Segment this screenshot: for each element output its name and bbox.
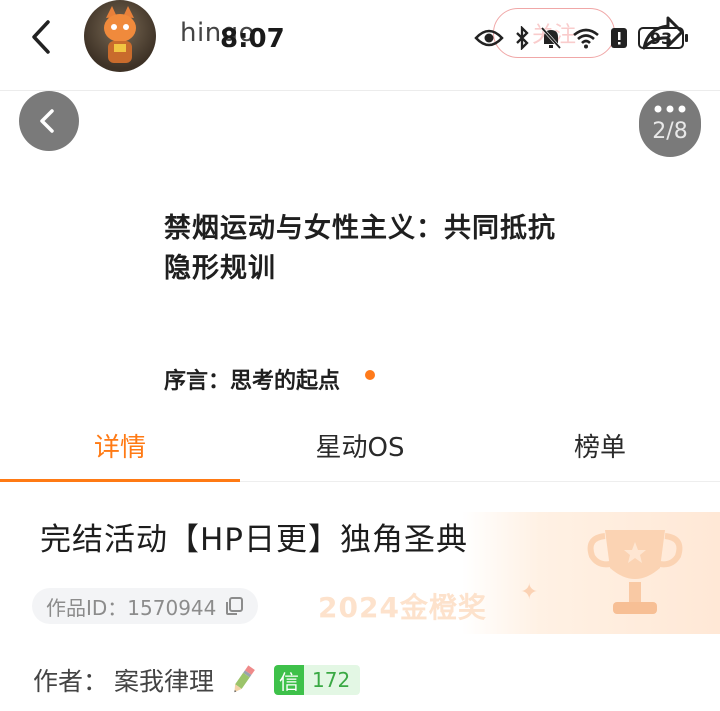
author-row: 作者： 案我律理 信 172 [33,660,361,700]
tab-xingdong-os[interactable]: 星动OS [240,409,480,481]
tab-details[interactable]: 详情 [0,409,240,482]
mute-bell-icon [540,26,562,50]
author-name[interactable]: 案我律理 [114,662,214,698]
cover-back-button[interactable] [19,91,79,151]
alert-icon [610,27,628,49]
trophy-icon [587,530,683,614]
wifi-icon [572,27,600,49]
unread-dot [365,370,375,380]
top-header: hingo 8:07 关注 93 [0,0,720,91]
cover-subtitle: 序言：思考的起点 [164,369,341,394]
work-id-text: 作品ID：1570944 [46,595,217,620]
author-label: 作者： [33,667,109,696]
eye-icon [474,28,504,48]
back-chevron-icon[interactable] [26,18,56,56]
cover-image[interactable]: 2/8 禁烟运动与女性主义：共同抵抗隐形规训 序言：思考的起点 [0,91,720,409]
pencil-icon [234,665,255,693]
cover-title: 禁烟运动与女性主义：共同抵抗隐形规训 [164,213,556,284]
copy-icon[interactable] [224,596,244,616]
award-text: 2024金橙奖 [318,591,487,624]
more-icon [654,105,686,113]
credit-badge[interactable]: 信 172 [274,665,361,695]
credit-value: 172 [304,665,361,695]
sparkle-icon: ✦ [520,580,539,605]
page-indicator: 2/8 [652,119,688,144]
tab-bar: 详情 星动OS 榜单 [0,409,720,482]
bluetooth-icon [514,26,530,50]
work-title: 完结活动【HP日更】独角圣典 [40,522,469,558]
share-icon[interactable] [640,14,686,54]
avatar[interactable] [84,0,156,72]
work-id-chip[interactable]: 作品ID：1570944 [32,588,259,624]
credit-mark: 信 [274,665,305,695]
tab-ranking[interactable]: 榜单 [480,409,720,481]
back-chevron-icon [40,109,54,133]
status-time: 8:07 [220,24,285,54]
avatar-cat-icon [104,6,136,63]
